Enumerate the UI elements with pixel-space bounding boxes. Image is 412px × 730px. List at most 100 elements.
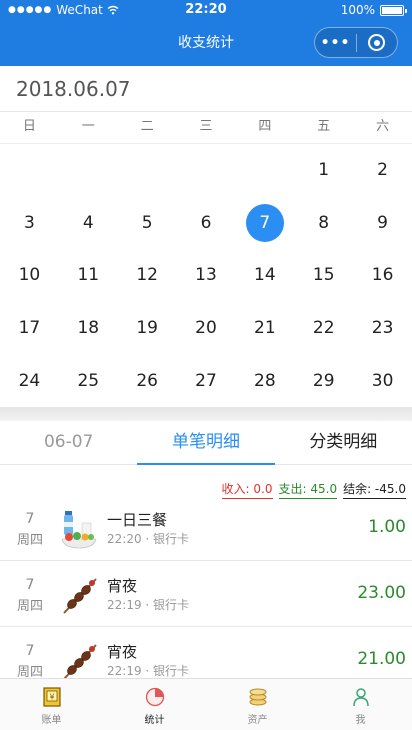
record-day: 7: [25, 643, 35, 659]
calendar-divider: [0, 407, 412, 421]
calendar-blank-cell: [235, 144, 294, 197]
calendar-day-number: 22: [312, 318, 335, 339]
calendar-day-number: 2: [377, 160, 388, 181]
weekday-label: 三: [199, 119, 213, 134]
calendar-day[interactable]: 10: [0, 249, 59, 302]
calendar-blank-cell: [59, 144, 118, 197]
calendar-day-number: 15: [312, 265, 335, 286]
weekday-label: 五: [317, 119, 331, 134]
record-day: 7: [25, 511, 35, 527]
calendar-blank-cell: [118, 144, 177, 197]
calendar-date-header[interactable]: 2018.06.07: [0, 66, 412, 112]
skewer-icon: [63, 578, 97, 614]
calendar-day[interactable]: 11: [59, 249, 118, 302]
calendar-day[interactable]: 14: [235, 249, 294, 302]
calendar-day[interactable]: 20: [177, 302, 236, 355]
tab-date[interactable]: 06-07: [0, 421, 137, 464]
pie-chart-icon: [145, 687, 164, 707]
close-program-button[interactable]: [357, 34, 397, 51]
calendar-day[interactable]: 12: [118, 249, 177, 302]
calendar-day[interactable]: 27: [177, 354, 236, 407]
signal-icon: ●●●●●: [8, 5, 53, 15]
calendar-blank-cell: [0, 144, 59, 197]
calendar-day-number: 11: [77, 265, 100, 286]
nav-bills-label: 账单: [41, 715, 62, 726]
calendar-day[interactable]: 25: [59, 354, 118, 407]
calendar-day-number: 28: [254, 370, 276, 391]
tab-single-detail[interactable]: 单笔明细: [137, 421, 275, 465]
calendar-day[interactable]: 5: [118, 197, 177, 250]
more-menu-button[interactable]: •••: [315, 35, 356, 51]
calendar-day-number: 4: [82, 212, 94, 233]
calendar-day-number: 19: [136, 318, 158, 339]
record-amount: 1.00: [368, 517, 406, 537]
calendar-day[interactable]: 4: [59, 197, 118, 250]
record-meta: 22:20 · 银行卡: [107, 532, 190, 546]
calendar-day[interactable]: 29: [294, 354, 353, 407]
calendar-blank-cell: [177, 144, 236, 197]
calendar-day-number: 20: [195, 318, 217, 339]
calendar-day-number: 6: [200, 212, 212, 233]
calendar-day-number: 8: [318, 212, 330, 233]
calendar-day[interactable]: 21: [235, 302, 294, 355]
calendar-day-number: 9: [377, 212, 388, 233]
record-item[interactable]: 7 周四 一日三餐 22:20 · 银行卡 1.00: [0, 495, 412, 561]
target-icon: [368, 34, 386, 51]
calendar-day-number: 30: [371, 370, 394, 391]
coins-icon: [249, 688, 266, 706]
status-time: 22:20: [185, 2, 227, 17]
calendar-day[interactable]: 16: [353, 249, 412, 302]
calendar-day-number: 13: [195, 265, 217, 286]
nav-statistics-label: 统计: [144, 715, 165, 726]
calendar-day[interactable]: 2: [353, 144, 412, 197]
record-category: 一日三餐: [107, 511, 168, 529]
carrier-label: WeChat: [56, 3, 103, 17]
calendar-day[interactable]: 23: [353, 302, 412, 355]
calendar-day-number: 29: [312, 370, 335, 391]
nav-assets[interactable]: 资产: [206, 679, 309, 730]
calendar-day-number: 10: [18, 265, 41, 286]
meal-icon: [61, 511, 97, 549]
calendar-day[interactable]: 15: [294, 249, 353, 302]
calendar-day[interactable]: 1: [294, 144, 353, 197]
record-meta: 22:19 · 银行卡: [107, 664, 190, 678]
calendar-day[interactable]: 19: [118, 302, 177, 355]
nav-me-label: 我: [355, 715, 366, 726]
calendar-day-number: 26: [136, 370, 158, 391]
calendar-day[interactable]: 6: [177, 197, 236, 250]
detail-tabs: 06-07 单笔明细 分类明细: [0, 421, 412, 465]
calendar-day-number: 14: [254, 265, 276, 286]
tab-category-detail[interactable]: 分类明细: [275, 421, 412, 464]
bottom-tab-bar: ¥ 账单 统计 资产 我: [0, 678, 412, 730]
record-category: 宵夜: [107, 643, 138, 661]
skewer-icon: [63, 644, 97, 680]
calendar-day[interactable]: 8: [294, 197, 353, 250]
calendar-day[interactable]: 28: [235, 354, 294, 407]
calendar-day[interactable]: 30: [353, 354, 412, 407]
calendar-day[interactable]: 18: [59, 302, 118, 355]
svg-text:¥: ¥: [49, 693, 54, 702]
mini-program-capsule: •••: [314, 27, 398, 58]
calendar-day-number: 5: [141, 212, 153, 233]
calendar-day[interactable]: 3: [0, 197, 59, 250]
person-icon: [352, 688, 369, 707]
battery-icon: [380, 4, 407, 16]
nav-statistics[interactable]: 统计: [103, 679, 206, 730]
weekday-label: 四: [258, 119, 272, 134]
calendar-day[interactable]: 13: [177, 249, 236, 302]
calendar-day[interactable]: 17: [0, 302, 59, 355]
calendar-day-number: 23: [371, 318, 394, 339]
calendar-day-selected[interactable]: 7: [235, 197, 294, 250]
wifi-icon: [107, 5, 119, 15]
calendar-day-number: 7: [245, 203, 284, 242]
nav-bills[interactable]: ¥ 账单: [0, 679, 103, 730]
record-category: 宵夜: [107, 577, 138, 595]
record-day: 7: [25, 577, 35, 593]
calendar-day[interactable]: 9: [353, 197, 412, 250]
calendar-day[interactable]: 26: [118, 354, 177, 407]
calendar-day[interactable]: 24: [0, 354, 59, 407]
battery-percent: 100%: [340, 3, 375, 17]
nav-me[interactable]: 我: [309, 679, 412, 730]
calendar-day[interactable]: 22: [294, 302, 353, 355]
record-item[interactable]: 7 周四 宵夜 22:19 · 银行卡 23.00: [0, 561, 412, 627]
